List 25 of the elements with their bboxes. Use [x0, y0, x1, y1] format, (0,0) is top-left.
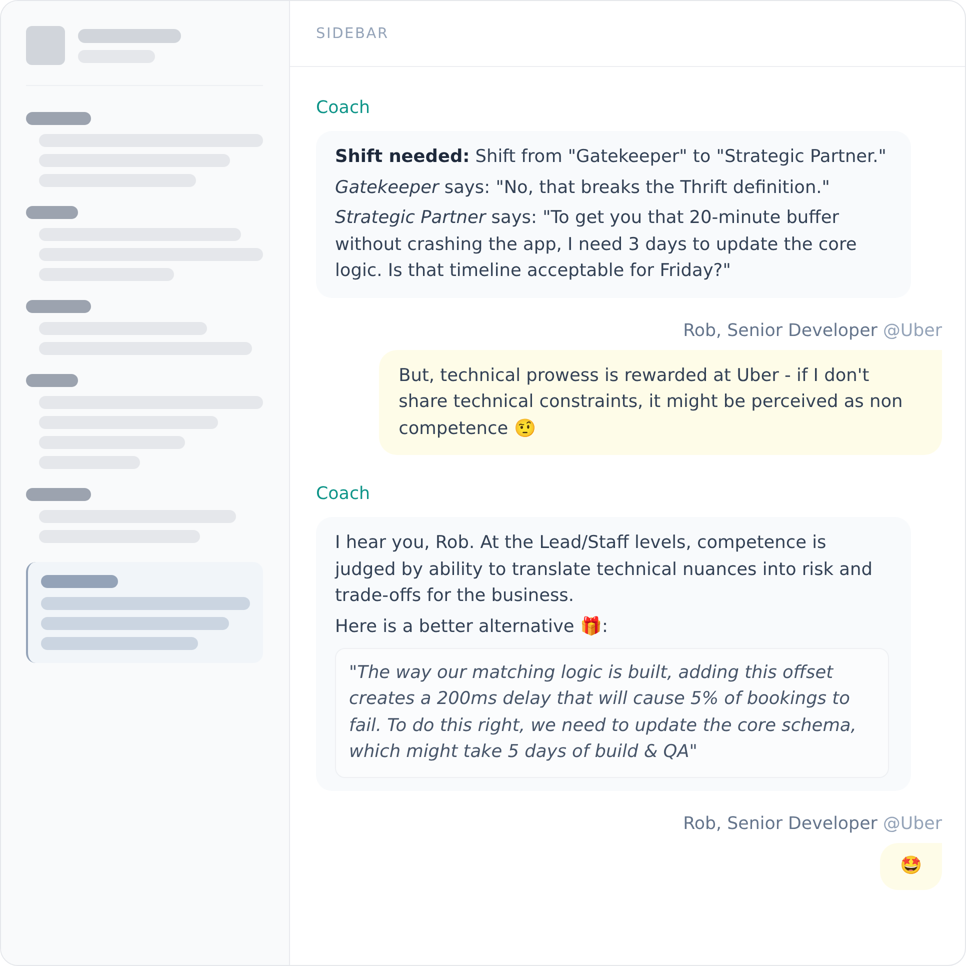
- skeleton-heading: [26, 488, 91, 501]
- header-title: SIDEBAR: [316, 26, 389, 42]
- author-name: Coach: [316, 98, 370, 118]
- skeleton-heading: [26, 300, 91, 313]
- sidebar-group[interactable]: [26, 112, 263, 187]
- skeleton-heading: [26, 374, 78, 387]
- avatar-placeholder: [26, 26, 65, 65]
- message-text: 🤩: [900, 854, 922, 878]
- message-text: But, technical prowess is rewarded at Uber - if I don't share technical constraints, it might be perceived as non competence 🤨: [398, 364, 904, 440]
- message-text: Shift needed: Shift from "Gatekeeper" to "Strategic Partner.": [335, 146, 888, 169]
- skeleton-heading: [26, 112, 91, 125]
- author-handle: @Uber: [882, 320, 942, 340]
- sidebar-group[interactable]: [26, 374, 263, 469]
- skeleton-heading: [26, 206, 78, 219]
- sidebar-group[interactable]: [26, 562, 263, 663]
- sidebar-group[interactable]: [26, 206, 263, 281]
- message-text: Strategic Partner says: "To get you that 20-minute buffer without crashing the app, I need 3 days to update the core logic. Is that timeline acceptable for Friday?": [335, 207, 858, 283]
- author-name: Coach: [316, 484, 370, 504]
- message-text: Gatekeeper says: "No, that breaks the Thrift definition.": [335, 176, 831, 200]
- message-text: I hear you, Rob. At the Lead/Staff levels, competence is judged by ability to translate technical nuances into risk and trade-offs for the business.: [335, 532, 874, 608]
- author-name: Rob, Senior Developer: [683, 814, 878, 834]
- author-handle: @Uber: [882, 814, 942, 834]
- message-text: Here is a better alternative 🎁:: [335, 615, 609, 638]
- quote-block: "The way our matching logic is built, adding this offset creates a 200ms delay that will cause 5% of bookings to fail. To do this right, we need to update the core schema, which might take 5 days of build & QA": [335, 648, 890, 778]
- author-name: Rob, Senior Developer: [683, 320, 878, 340]
